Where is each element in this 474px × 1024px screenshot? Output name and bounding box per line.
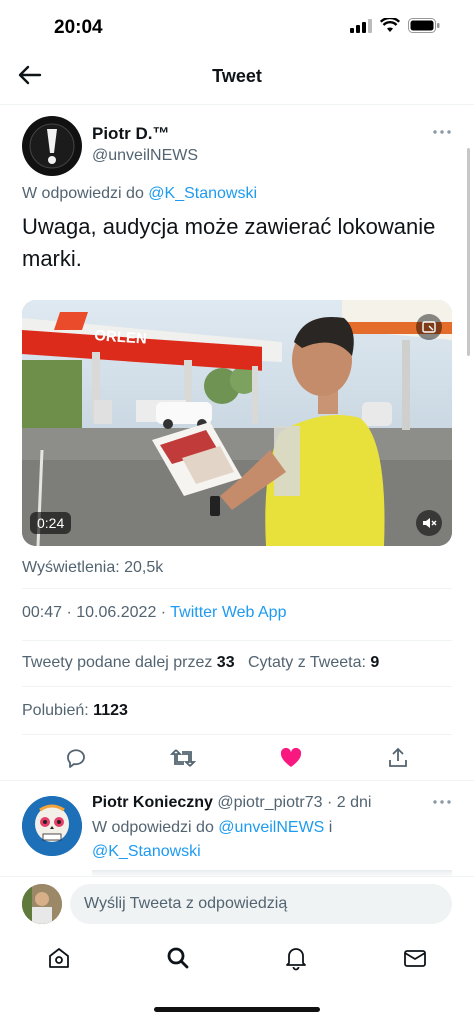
reply-avatar[interactable] [22,796,82,856]
likes-label: Polubień: [22,702,89,719]
home-indicator [154,1007,320,1012]
timestamp-text: 00:47 · 10.06.2022 · [22,604,171,621]
divider [22,588,452,589]
reply-author-meta: @piotr_piotr73 · 2 dni [217,794,372,811]
nav-divider [0,104,474,105]
tab-messages[interactable] [401,944,429,972]
retweets-label: Tweety podane dalej przez [22,654,213,671]
heart-filled-icon [280,747,301,767]
reply-prefix: W odpowiedzi do [22,185,144,202]
reply-prefix: W odpowiedzi do [92,819,214,836]
reply-more-options-icon[interactable] [432,798,452,806]
reply-icon [66,749,85,768]
user-avatar[interactable] [22,884,62,924]
reply-mention-link[interactable]: @K_Stanowski [92,843,201,861]
quotes-label: Cytaty z Tweeta: [247,654,366,671]
exclamation-icon [29,123,75,169]
retweet-icon [170,749,197,767]
reply-button[interactable] [63,745,89,771]
tab-notifications[interactable] [282,944,310,972]
section-divider [0,780,474,781]
divider [22,640,452,641]
divider [22,734,452,735]
search-icon [167,947,189,969]
skull-icon [22,796,82,856]
share-icon [389,747,408,767]
video-thumbnail: ORLEN [22,300,452,546]
likes-link[interactable]: Polubień: 1123 [22,702,128,720]
tab-home[interactable] [45,944,73,972]
share-button[interactable] [385,745,411,771]
page-title: Tweet [212,66,262,86]
reply-context: W odpowiedzi do @unveilNEWS i [92,819,332,837]
reply-mention-link[interactable]: @unveilNEWS [218,819,324,836]
scrollbar[interactable] [467,148,470,356]
reply-conjunction: i [328,819,333,836]
tweet-timestamp: 00:47 · 10.06.2022 · Twitter Web App [22,604,286,622]
reply-author-name: Piotr Konieczny [92,794,213,811]
retweets-count: 33 [216,654,235,671]
source-link[interactable]: Twitter Web App [170,604,286,621]
wifi-icon [380,18,400,32]
mute-icon[interactable] [416,510,442,536]
tab-search[interactable] [164,944,192,972]
author-avatar[interactable] [22,116,82,176]
reply-context: W odpowiedzi do @K_Stanowski [22,185,257,203]
likes-count: 1123 [93,702,128,719]
signal-icon [350,18,372,33]
retweet-button[interactable] [170,745,197,771]
battery-icon [408,18,440,33]
picture-in-picture-icon[interactable] [416,314,442,340]
envelope-icon [403,950,426,967]
reply-mention-link[interactable]: @K_Stanowski [148,185,257,202]
tweet-actions [22,742,452,774]
home-icon [49,948,70,968]
bell-icon [286,948,307,971]
video-player[interactable]: ORLEN 0:24 [22,300,452,546]
engagement-stats: Tweety podane dalej przez 33 Cytaty z Tw… [22,654,379,672]
retweets-link[interactable]: Tweety podane dalej przez 33 [22,654,235,671]
more-options-icon[interactable] [432,128,452,136]
status-time: 20:04 [54,17,103,38]
like-button[interactable] [278,745,304,771]
status-icons [350,18,440,33]
views-count: Wyświetlenia: 20,5k [22,559,164,576]
reply-compose-input[interactable]: Wyślij Tweeta z odpowiedzią [70,884,452,924]
tab-bar [0,938,474,978]
quotes-count: 9 [370,654,380,671]
reply-author[interactable]: Piotr Konieczny @piotr_piotr73 · 2 dni [92,794,371,812]
author-name[interactable]: Piotr D.™ [92,124,169,144]
author-handle[interactable]: @unveilNEWS [92,147,198,165]
compose-divider [0,876,474,877]
tweet-text: Uwaga, audycja może zawierać lokowanie m… [22,214,436,271]
quotes-link[interactable]: Cytaty z Tweeta: 9 [248,654,379,671]
divider [22,686,452,687]
video-duration: 0:24 [30,512,72,534]
